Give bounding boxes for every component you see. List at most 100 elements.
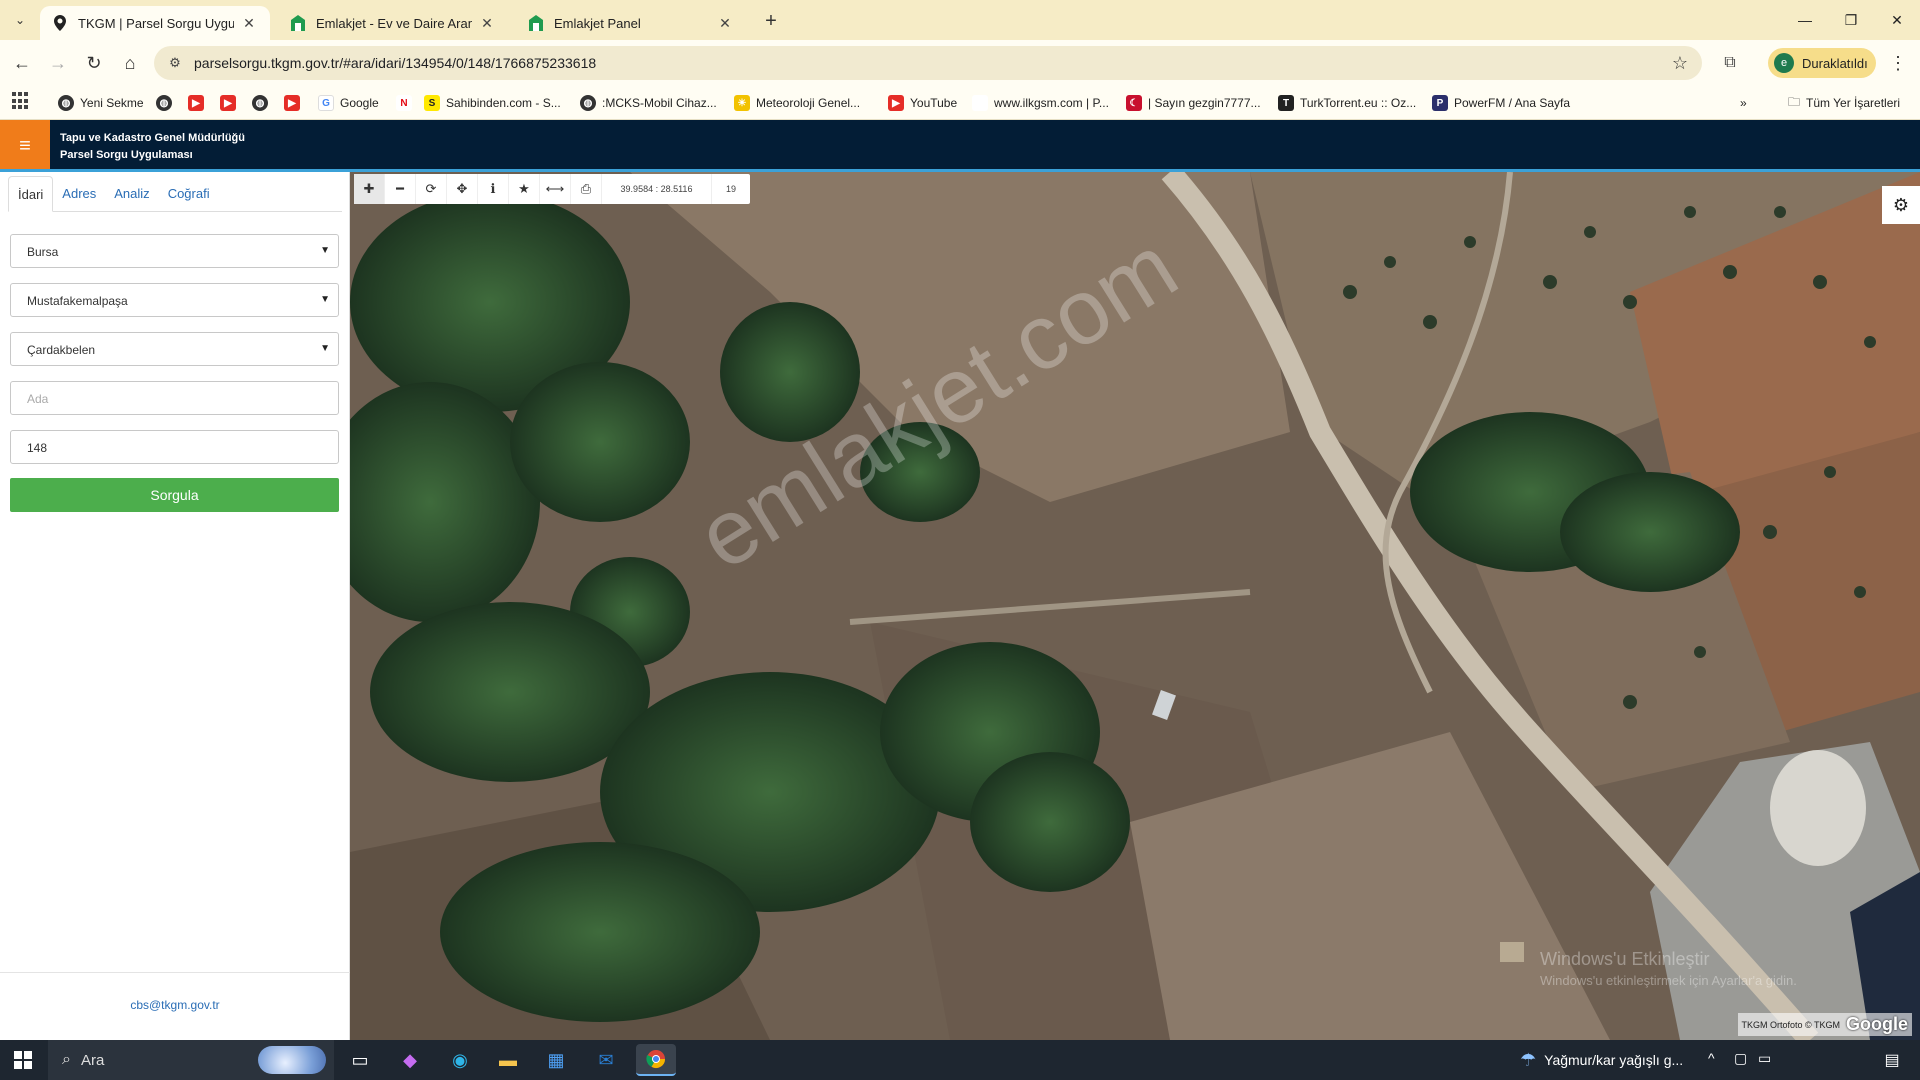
task-view-icon[interactable]: ▭ <box>340 1044 380 1076</box>
store-icon[interactable]: ▦ <box>536 1044 576 1076</box>
address-bar[interactable]: ⚙ parselsorgu.tkgm.gov.tr/#ara/idari/134… <box>154 46 1702 80</box>
youtube-icon: ▶ <box>188 95 204 111</box>
parsel-input[interactable]: 148 <box>10 430 339 464</box>
windows-activation-notice: Windows'u Etkinleştir Windows'u etkinleş… <box>1540 948 1797 992</box>
taskbar-search[interactable]: ⌕ Ara <box>48 1040 334 1080</box>
query-tabs: İdari Adres Analiz Coğrafi <box>8 176 342 212</box>
bookmark-youtube[interactable]: ▶ <box>188 92 210 114</box>
google-icon: G <box>318 95 334 111</box>
ilce-select[interactable]: Mustafakemalpaşa ▼ <box>10 283 339 317</box>
profile-button[interactable]: e Duraklatıldı <box>1768 48 1876 78</box>
tab-analiz[interactable]: Analiz <box>105 176 158 212</box>
refresh-icon[interactable]: ⟳ <box>416 174 447 204</box>
bookmark-youtube-labelled[interactable]: ▶ YouTube <box>888 92 957 114</box>
browser-toolbar: ← → ↻ ⌂ ⚙ parselsorgu.tkgm.gov.tr/#ara/i… <box>0 40 1920 86</box>
windows-start-icon[interactable] <box>14 1051 32 1069</box>
contact-email-link[interactable]: cbs@tkgm.gov.tr <box>0 998 350 1012</box>
emlakjet-house-icon <box>528 15 544 31</box>
app-title-line2: Parsel Sorgu Uygulaması <box>60 149 193 161</box>
tab-close-icon[interactable]: ✕ <box>240 14 258 32</box>
print-icon[interactable]: ⎙ <box>571 174 602 204</box>
bookmark-gezgin[interactable]: ☾ | Sayın gezgin7777... <box>1126 92 1261 114</box>
copilot-icon[interactable]: ◆ <box>390 1044 430 1076</box>
chrome-icon[interactable] <box>636 1044 676 1076</box>
bookmark-netflix[interactable]: N <box>396 92 418 114</box>
info-icon[interactable]: ℹ <box>478 174 509 204</box>
display-icon[interactable]: ▭ <box>1758 1050 1771 1067</box>
hamburger-menu-icon[interactable]: ≡ <box>0 120 50 172</box>
bookmark-globe[interactable]: ◍ <box>252 92 274 114</box>
map-toolbar: ✚ ━ ⟳ ✥ ℹ ★ ⟷ ⎙ 39.9584 : 28.5116 19 <box>354 174 750 204</box>
tab-cografi[interactable]: Coğrafi <box>159 176 219 212</box>
weather-widget[interactable]: ☂ Yağmur/kar yağışlı g... <box>1520 1040 1683 1080</box>
url-text[interactable]: parselsorgu.tkgm.gov.tr/#ara/idari/13495… <box>194 55 596 71</box>
ada-input[interactable]: Ada <box>10 381 339 415</box>
mahalle-select-value: Çardakbelen <box>27 343 96 357</box>
tab-title: Emlakjet Panel <box>554 15 641 31</box>
tab-title: TKGM | Parsel Sorgu Uygulamas <box>78 15 234 31</box>
youtube-icon: ▶ <box>284 95 300 111</box>
window-close-icon[interactable]: ✕ <box>1874 0 1920 40</box>
bookmark-meteoroloji[interactable]: ☀ Meteoroloji Genel... <box>734 92 860 114</box>
browser-menu-icon[interactable]: ⋮ <box>1888 51 1908 75</box>
youtube-icon: ▶ <box>220 95 236 111</box>
tab-close-icon[interactable]: ✕ <box>478 14 496 32</box>
measure-icon[interactable]: ⟷ <box>540 174 571 204</box>
edge-icon[interactable]: ◉ <box>440 1044 480 1076</box>
browser-tab-emlakjet-search[interactable]: Emlakjet - Ev ve Daire Araman ✕ <box>278 6 508 40</box>
windows-activation-subtitle: Windows'u etkinleştirmek için Ayarlar'a … <box>1540 973 1797 988</box>
extensions-puzzle-icon[interactable]: ⧉ <box>1718 51 1742 75</box>
pan-icon[interactable]: ✥ <box>447 174 478 204</box>
torrent-icon: T <box>1278 95 1294 111</box>
bookmark-youtube[interactable]: ▶ <box>220 92 242 114</box>
bookmark-youtube[interactable]: ▶ <box>284 92 306 114</box>
il-select[interactable]: Bursa ▼ <box>10 234 339 268</box>
browser-tab-emlakjet-panel[interactable]: Emlakjet Panel ✕ <box>516 6 746 40</box>
minimize-icon[interactable]: — <box>1782 0 1828 40</box>
home-icon[interactable]: ⌂ <box>116 49 144 77</box>
restore-icon[interactable]: ❐ <box>1828 0 1874 40</box>
tab-adres[interactable]: Adres <box>53 176 105 212</box>
new-tab-plus-icon[interactable]: + <box>758 8 784 34</box>
forward-arrow-icon[interactable]: → <box>44 49 72 77</box>
gear-icon[interactable]: ⚙ <box>1882 186 1920 224</box>
parsel-input-value: 148 <box>27 441 48 455</box>
bookmark-sahibinden[interactable]: S Sahibinden.com - S... <box>424 92 561 114</box>
all-bookmarks-folder[interactable]: 🗀 Tüm Yer İşaretleri <box>1788 92 1900 114</box>
query-panel: İdari Adres Analiz Coğrafi Bursa ▼ Musta… <box>0 172 350 1040</box>
site-settings-icon[interactable]: ⚙ <box>166 54 184 72</box>
file-explorer-icon[interactable]: ▬ <box>488 1044 528 1076</box>
browser-tab-tkgm[interactable]: TKGM | Parsel Sorgu Uygulamas ✕ <box>40 6 270 40</box>
mahalle-select[interactable]: Çardakbelen ▼ <box>10 332 339 366</box>
windows-activation-title: Windows'u Etkinleştir <box>1540 949 1710 969</box>
bookmark-powerfm[interactable]: P PowerFM / Ana Sayfa <box>1432 92 1570 114</box>
bookmarks-overflow-icon[interactable]: » <box>1740 92 1747 114</box>
zoom-in-icon[interactable]: ✚ <box>354 174 385 204</box>
star-icon[interactable]: ★ <box>509 174 540 204</box>
panel-footer-divider <box>0 972 350 973</box>
outlook-icon[interactable]: ✉ <box>586 1044 626 1076</box>
emlakjet-house-icon <box>290 15 306 31</box>
weather-rain-icon: ☂ <box>1520 1049 1537 1070</box>
satellite-map[interactable]: ✚ ━ ⟳ ✥ ℹ ★ ⟷ ⎙ 39.9584 : 28.5116 19 ⚙ e… <box>350 172 1920 1040</box>
back-arrow-icon[interactable]: ← <box>8 49 36 77</box>
reload-icon[interactable]: ↻ <box>80 49 108 77</box>
bookmark-ilkgsm[interactable]: www.ilkgsm.com | P... <box>972 92 1109 114</box>
apps-grid-icon[interactable] <box>12 92 30 110</box>
globe-icon: ◍ <box>252 95 268 111</box>
sorgula-button[interactable]: Sorgula <box>10 478 339 512</box>
tab-idari[interactable]: İdari <box>8 176 54 212</box>
bookmark-mcks[interactable]: ◍ :MCKS-Mobil Cihaz... <box>580 92 717 114</box>
bookmark-star-icon[interactable]: ☆ <box>1672 53 1688 74</box>
tab-close-icon[interactable]: ✕ <box>716 14 734 32</box>
notifications-icon[interactable]: ▤ <box>1880 1048 1904 1072</box>
bookmark-turktorrent[interactable]: T TurkTorrent.eu :: Oz... <box>1278 92 1416 114</box>
bookmark-yeni-sekme[interactable]: ◍ Yeni Sekme <box>58 92 144 114</box>
bookmark-globe[interactable]: ◍ <box>156 92 178 114</box>
tray-overflow-icon[interactable]: ^ <box>1708 1050 1715 1066</box>
google-logo: Google <box>1846 1014 1908 1034</box>
bookmark-google[interactable]: G Google <box>318 92 379 114</box>
zoom-out-icon[interactable]: ━ <box>385 174 416 204</box>
network-icon[interactable]: ▢ <box>1734 1050 1747 1067</box>
tab-search-chevron-icon[interactable]: ⌄ <box>8 8 32 32</box>
